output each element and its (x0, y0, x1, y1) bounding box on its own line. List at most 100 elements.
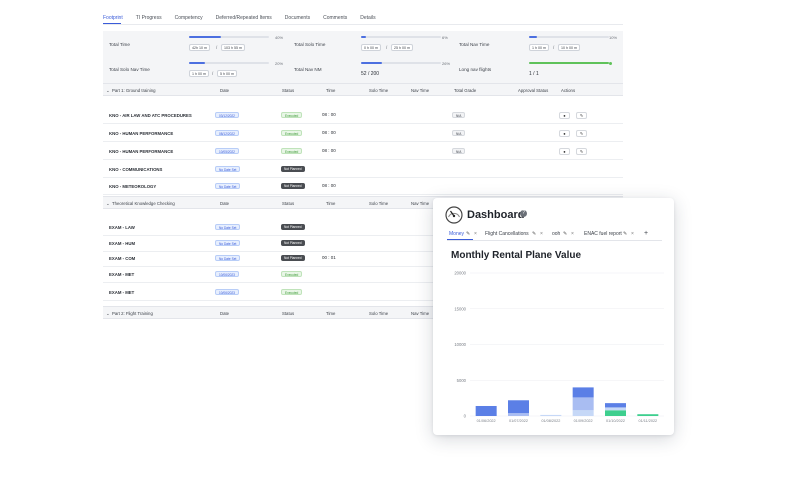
total-solo-nav-time-bar-fill (189, 62, 205, 64)
col-time: Time (326, 311, 336, 316)
grade-badge: N/A (452, 130, 466, 136)
total-solo-time-label: Total Solo Time (294, 42, 326, 47)
bar-chart: 0 5000 10000 15000 20000 01/06/2022 01/07/2022… (454, 271, 664, 423)
date-chip: No Date Set (215, 255, 241, 261)
date-chip: 03/12/2022 (215, 112, 239, 118)
bar-segment[interactable] (475, 405, 497, 416)
time-value: 08 : 00 (322, 148, 336, 153)
section-header-ground-training[interactable]: ⌄ Part 1: Ground training Date Status Ti… (103, 83, 623, 96)
total-time-bar (189, 36, 269, 38)
x-tick-label: 01/07/2022 (509, 419, 528, 423)
long-nav-flights-value: 1 / 1 (529, 71, 539, 77)
bar-segment[interactable] (572, 397, 594, 411)
bar-segment[interactable] (572, 387, 594, 398)
date-chip: No Date Set (215, 183, 241, 189)
row-name: KNO - AIR LAW AND ATC PROCEDURES (109, 113, 192, 118)
col-status: Status (282, 311, 295, 316)
y-tick-label: 15000 (454, 306, 466, 311)
bar-segment[interactable] (508, 400, 529, 414)
status-badge: Not Planned (281, 240, 305, 246)
time-value: 08 : 00 (322, 130, 336, 135)
total-nav-nm-bar-fill (361, 62, 382, 64)
col-time: Time (326, 88, 336, 93)
col-actions: Actions (561, 88, 576, 93)
table-row[interactable]: KNO - HUMAN PERFORMANCE 08/12/2022 Execu… (103, 125, 623, 142)
y-tick-label: 10000 (454, 342, 466, 347)
y-tick-label: 20000 (454, 271, 466, 276)
total-nav-time-required: 10 h 00 m (558, 44, 580, 51)
bar-segment[interactable] (540, 414, 562, 416)
chevron-down-icon[interactable]: ⌄ (106, 311, 110, 317)
total-solo-time-bar (361, 36, 441, 38)
progress-stats: Total Time 40% 42h 10 m / 103 h 55 m Tot… (103, 31, 623, 83)
col-solo-time: Solo Time (369, 311, 389, 316)
table-row[interactable]: KNO - COMMUNICATIONS No Date Set Not Pla… (103, 161, 623, 178)
col-date: Date (220, 88, 230, 93)
long-nav-flights-bar (529, 62, 609, 64)
col-time: Time (326, 201, 336, 206)
status-badge: Executed (281, 130, 303, 136)
total-nav-nm-value: 52 / 200 (361, 71, 380, 77)
chevron-down-icon[interactable]: ⌄ (106, 201, 110, 207)
status-badge: Not Planned (281, 255, 305, 261)
row-name: EXAM - LAW (109, 225, 135, 230)
chevron-down-icon[interactable]: ⌄ (106, 88, 110, 94)
view-action-icon[interactable]: ● (559, 112, 570, 119)
total-nav-time-done: 1 h 00 m (529, 44, 549, 51)
bar-segment[interactable] (605, 410, 626, 416)
total-time-pct: 40% (275, 35, 284, 40)
col-nav-time: Nav Time (411, 88, 430, 93)
section-title: Part 2: Flight Training (112, 311, 153, 316)
dashboard-card: Dashboard ? Money ✎ × Flight Cancellatio… (433, 198, 674, 435)
col-date: Date (220, 311, 230, 316)
date-chip: 10/06/2023 (215, 271, 239, 277)
section-title: Part 1: Ground training (112, 88, 156, 93)
date-chip: 10/05/2022 (215, 148, 239, 154)
sign-action-icon[interactable]: ✎ (576, 112, 587, 119)
bar-segment[interactable] (605, 407, 626, 411)
row-name: KNO - HUMAN PERFORMANCE (109, 131, 174, 136)
tab-divider (103, 24, 623, 25)
total-nav-time-pct: 10% (609, 35, 618, 40)
x-tick-label: 01/09/2022 (574, 419, 593, 423)
table-row[interactable]: KNO - AIR LAW AND ATC PROCEDURES 03/12/2… (103, 107, 623, 124)
bar-segment[interactable] (637, 414, 659, 416)
long-nav-flights-bar-fill (529, 62, 609, 64)
total-solo-nav-time-slash: / (212, 71, 214, 76)
view-action-icon[interactable]: ● (559, 130, 570, 137)
total-nav-nm-label: Total Nav NM (294, 67, 322, 72)
col-approval-status: Approval Status (518, 88, 549, 93)
view-action-icon[interactable]: ● (559, 148, 570, 155)
total-solo-time-bar-fill (361, 36, 366, 38)
time-value: 08 : 00 (322, 183, 336, 188)
time-value: 08 : 00 (322, 112, 336, 117)
sign-action-icon[interactable]: ✎ (576, 130, 587, 137)
date-chip: No Date Set (215, 166, 241, 172)
bar-segment[interactable] (605, 403, 626, 408)
total-solo-nav-time-done: 1 h 00 m (189, 70, 209, 77)
table-row[interactable]: KNO - HUMAN PERFORMANCE 10/05/2022 Execu… (103, 143, 623, 160)
total-solo-nav-time-bar (189, 62, 269, 64)
grade-badge: N/A (452, 112, 466, 118)
long-nav-flights-label: Long nav flights (459, 67, 492, 72)
x-tick-label: 01/08/2022 (541, 419, 560, 423)
status-badge: Executed (281, 271, 303, 277)
col-date: Date (220, 201, 230, 206)
table-row[interactable]: KNO - METEOROLOGY No Date Set Not Planne… (103, 178, 623, 195)
total-solo-time-slash: / (386, 45, 388, 50)
total-nav-nm-bar (361, 62, 441, 64)
bar-segment[interactable] (572, 410, 594, 416)
status-badge: Not Planned (281, 183, 305, 189)
total-solo-time-done: 0 h 00 m (361, 44, 381, 51)
col-status: Status (282, 88, 295, 93)
total-time-slash: / (216, 45, 218, 50)
total-time-label: Total Time (109, 42, 130, 47)
col-nav-time: Nav Time (411, 201, 430, 206)
sign-action-icon[interactable]: ✎ (576, 148, 587, 155)
total-solo-time-required: 25 h 00 m (391, 44, 413, 51)
status-badge: Executed (281, 289, 303, 295)
date-chip: No Date Set (215, 240, 241, 246)
total-nav-time-bar (529, 36, 609, 38)
col-total-grade: Total Grade (454, 88, 477, 93)
bar-segment[interactable] (508, 413, 529, 416)
